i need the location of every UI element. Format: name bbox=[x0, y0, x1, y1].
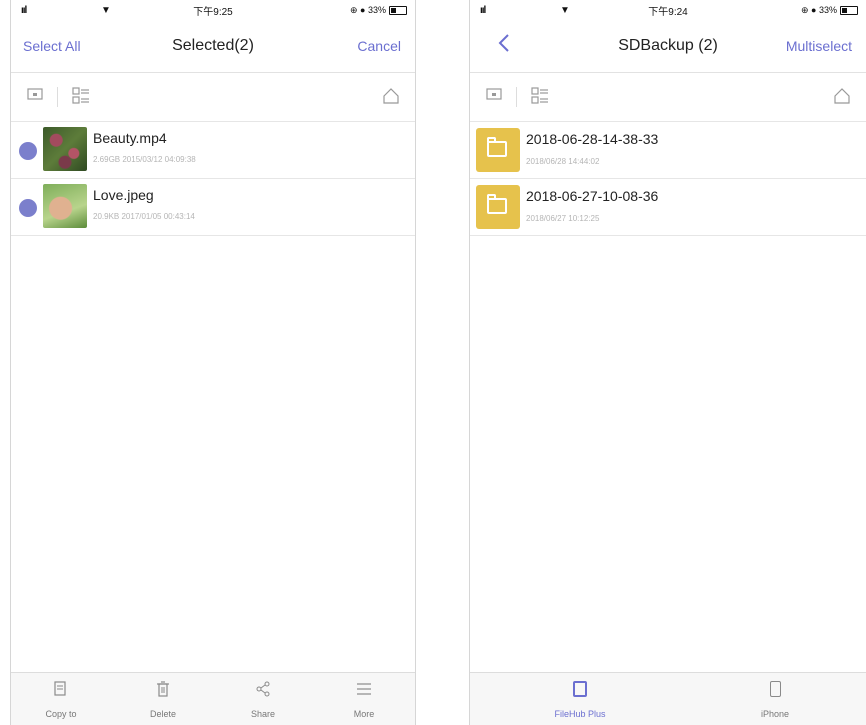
cancel-button[interactable]: Cancel bbox=[357, 20, 401, 72]
folder-name: 2018-06-27-10-08-36 bbox=[526, 188, 659, 204]
video-thumbnail bbox=[43, 127, 87, 171]
storage-icon[interactable] bbox=[25, 87, 45, 107]
more-button[interactable]: More bbox=[334, 673, 394, 725]
menu-icon bbox=[334, 681, 394, 701]
delete-button[interactable]: Delete bbox=[133, 673, 193, 725]
nav-bar: Select All Selected(2) Cancel bbox=[11, 20, 415, 73]
tablet-icon bbox=[540, 681, 620, 701]
tab-bar: FileHub Plus iPhone bbox=[470, 672, 866, 725]
home-icon[interactable] bbox=[381, 87, 401, 107]
copy-to-label: Copy to bbox=[45, 709, 77, 719]
copy-to-button[interactable]: Copy to bbox=[31, 673, 91, 725]
folder-row[interactable]: 2018-06-27-10-08-36 2018/06/27 10:12:25 bbox=[470, 179, 866, 236]
toolbar-divider bbox=[57, 87, 58, 107]
storage-icon[interactable] bbox=[484, 87, 504, 107]
phone-icon bbox=[745, 681, 805, 701]
nav-bar: SDBackup (2) Multiselect bbox=[470, 20, 866, 73]
view-toolbar bbox=[11, 73, 415, 122]
file-meta: 2.69GB 2015/03/12 04:09:38 bbox=[93, 155, 196, 164]
list-view-icon[interactable] bbox=[530, 87, 550, 107]
copy-icon bbox=[31, 681, 91, 701]
selection-screen: ııl ▼ 下午9:25 ⊕ ● 33% Select All Selected… bbox=[10, 0, 416, 725]
more-label: More bbox=[353, 709, 375, 719]
list-view-icon[interactable] bbox=[71, 87, 91, 107]
tab-label: FileHub Plus bbox=[554, 709, 606, 719]
file-row[interactable]: Love.jpeg 20.9KB 2017/01/05 00:43:14 bbox=[11, 179, 415, 236]
trash-icon bbox=[133, 681, 193, 701]
share-button[interactable]: Share bbox=[233, 673, 293, 725]
file-name: Beauty.mp4 bbox=[93, 130, 167, 146]
folder-screen: ııl ▼ 下午9:24 ⊕ ● 33% SDBackup (2) Multis… bbox=[469, 0, 866, 725]
file-row[interactable]: Beauty.mp4 2.69GB 2015/03/12 04:09:38 bbox=[11, 122, 415, 179]
action-bar: Copy to Delete Share More bbox=[11, 672, 415, 725]
selected-indicator[interactable] bbox=[19, 142, 37, 160]
folder-row[interactable]: 2018-06-28-14-38-33 2018/06/28 14:44:02 bbox=[470, 122, 866, 179]
share-label: Share bbox=[250, 709, 276, 719]
folder-icon bbox=[476, 185, 520, 229]
battery-icon bbox=[389, 5, 407, 15]
status-indicators: ⊕ ● 33% bbox=[801, 4, 837, 15]
share-icon bbox=[233, 681, 293, 701]
battery-icon bbox=[840, 5, 858, 15]
status-bar: ııl ▼ 下午9:24 ⊕ ● 33% bbox=[470, 0, 866, 20]
image-thumbnail bbox=[43, 184, 87, 228]
multiselect-button[interactable]: Multiselect bbox=[786, 20, 852, 72]
file-name: Love.jpeg bbox=[93, 187, 154, 203]
folder-meta: 2018/06/28 14:44:02 bbox=[526, 157, 600, 166]
folder-icon bbox=[476, 128, 520, 172]
tab-filehub-plus[interactable]: FileHub Plus bbox=[540, 673, 620, 725]
status-bar: ııl ▼ 下午9:25 ⊕ ● 33% bbox=[11, 0, 415, 20]
page-title: Selected(2) bbox=[172, 37, 254, 54]
status-indicators: ⊕ ● 33% bbox=[350, 4, 386, 15]
file-meta: 20.9KB 2017/01/05 00:43:14 bbox=[93, 212, 195, 221]
home-icon[interactable] bbox=[832, 87, 852, 107]
selected-indicator[interactable] bbox=[19, 199, 37, 217]
toolbar-divider bbox=[516, 87, 517, 107]
view-toolbar bbox=[470, 73, 866, 122]
status-right: ⊕ ● 33% bbox=[350, 5, 407, 16]
tab-iphone[interactable]: iPhone bbox=[745, 673, 805, 725]
folder-meta: 2018/06/27 10:12:25 bbox=[526, 214, 600, 223]
status-right: ⊕ ● 33% bbox=[801, 5, 858, 16]
delete-label: Delete bbox=[149, 709, 176, 719]
folder-name: 2018-06-28-14-38-33 bbox=[526, 131, 659, 147]
tab-label: iPhone bbox=[760, 709, 790, 719]
